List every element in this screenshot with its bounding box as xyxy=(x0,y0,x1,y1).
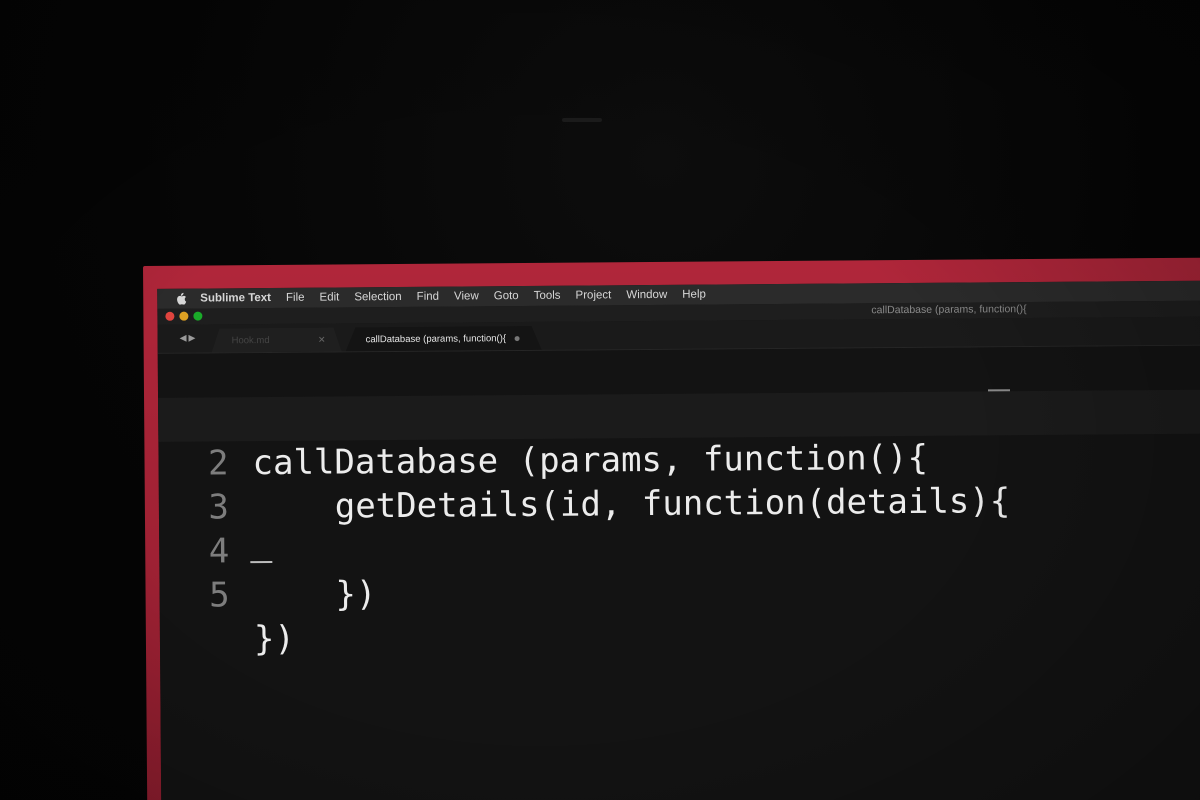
unsaved-dot-icon[interactable] xyxy=(515,336,520,341)
photo-scene: Sublime Text File Edit Selection Find Vi… xyxy=(0,0,1200,800)
menu-find[interactable]: Find xyxy=(417,291,439,303)
tab-call-database[interactable]: callDatabase (params, function(){ xyxy=(345,326,541,352)
background-reflection xyxy=(562,118,602,122)
line-number: 5 xyxy=(208,575,230,616)
tab-label: callDatabase (params, function(){ xyxy=(365,332,507,345)
menu-app-name[interactable]: Sublime Text xyxy=(200,292,271,305)
code-line: 5 }) xyxy=(159,521,1200,659)
screen: Sublime Text File Edit Selection Find Vi… xyxy=(157,280,1200,800)
tab-nav-arrows-icon[interactable]: ◀▶ xyxy=(180,333,198,344)
menu-selection[interactable]: Selection xyxy=(354,291,401,303)
menu-file[interactable]: File xyxy=(286,292,305,304)
menu-project[interactable]: Project xyxy=(575,289,611,301)
apple-icon[interactable] xyxy=(175,292,187,305)
window-minimize-button[interactable] xyxy=(179,311,189,321)
tab-hook-md[interactable]: Hook.md ✕ xyxy=(211,327,341,352)
monitor-bezel: Sublime Text File Edit Selection Find Vi… xyxy=(143,257,1200,800)
menu-edit[interactable]: Edit xyxy=(319,291,339,303)
bracket-match-underline xyxy=(987,389,1011,392)
tab-label: Hook.md xyxy=(231,334,270,346)
menu-help[interactable]: Help xyxy=(682,289,706,301)
caret-bracket-underline xyxy=(250,560,273,564)
window-close-button[interactable] xyxy=(165,311,175,321)
line-text[interactable]: }) xyxy=(254,617,295,661)
menu-view[interactable]: View xyxy=(454,290,479,302)
close-icon[interactable]: ✕ xyxy=(318,334,326,345)
window-zoom-button[interactable] xyxy=(193,311,203,321)
window-title: callDatabase (params, function(){ xyxy=(871,303,1027,317)
menu-window[interactable]: Window xyxy=(626,289,667,301)
menu-goto[interactable]: Goto xyxy=(494,290,519,302)
menu-tools[interactable]: Tools xyxy=(534,290,561,302)
code-editor[interactable]: 1 callDatabase (params, function(){ 2 ge… xyxy=(157,345,1200,800)
